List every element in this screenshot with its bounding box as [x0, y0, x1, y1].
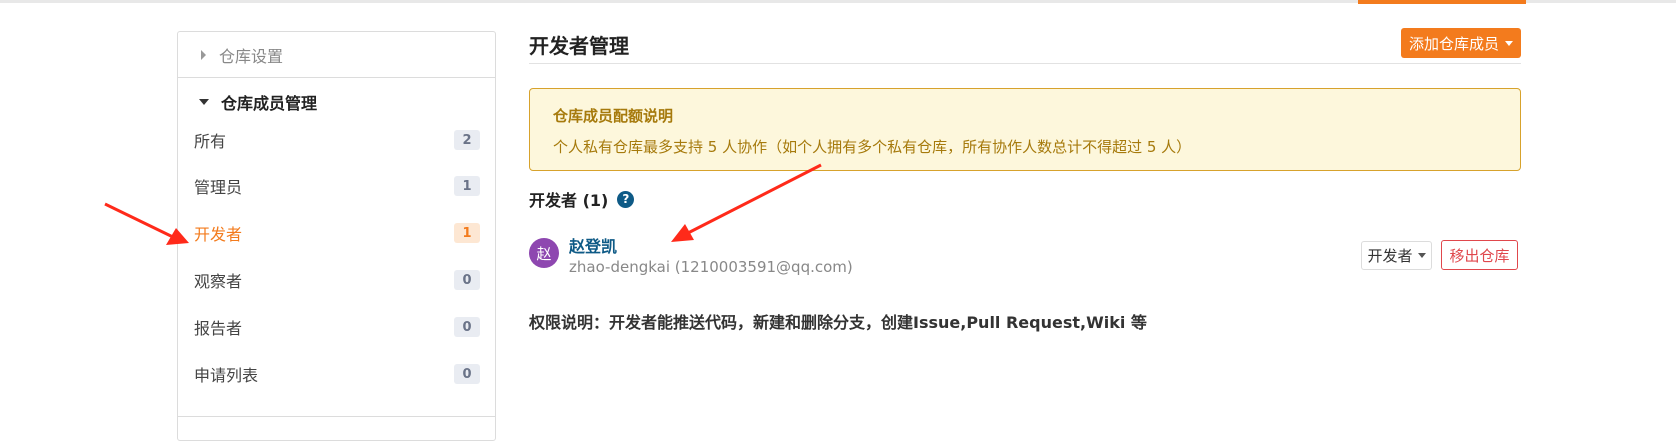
count-badge: 0: [454, 270, 480, 290]
avatar[interactable]: 赵: [529, 238, 559, 268]
caret-down-icon: [199, 99, 209, 105]
sidebar-item-label: 开发者: [194, 225, 243, 244]
annotation-arrowhead-2: [671, 224, 694, 242]
member-name-link[interactable]: 赵登凯: [569, 233, 617, 257]
annotation-arrow-1: [104, 202, 176, 240]
sidebar-item-label: 管理员: [194, 178, 243, 197]
sidebar-item-label: 所有: [194, 132, 227, 151]
page-title: 开发者管理: [529, 34, 629, 58]
sidebar-item-label: 申请列表: [194, 366, 259, 385]
add-member-label: 添加仓库成员: [1408, 34, 1499, 53]
caret-right-icon: [201, 49, 206, 60]
count-badge: 0: [454, 364, 480, 384]
developers-heading: 开发者 (1) ?: [529, 187, 635, 211]
divider: [529, 63, 1521, 64]
divider: [178, 416, 495, 417]
permission-note: 权限说明：开发者能推送代码，新建和删除分支，创建Issue,Pull Reque…: [529, 313, 1147, 332]
quota-notice: 仓库成员配额说明 个人私有仓库最多支持 5 人协作（如个人拥有多个私有仓库，所有…: [529, 88, 1521, 171]
sidebar-item-all[interactable]: 所有 2: [194, 125, 480, 155]
settings-sidebar: 仓库设置 仓库成员管理 所有 2 管理员 1 开发者 1 观察者 0 报告者 0…: [177, 31, 496, 441]
notice-body: 个人私有仓库最多支持 5 人协作（如个人拥有多个私有仓库，所有协作人数总计不得超…: [553, 138, 1192, 156]
sidebar-item-requests[interactable]: 申请列表 0: [194, 359, 480, 389]
sidebar-item-admins[interactable]: 管理员 1: [194, 171, 480, 201]
remove-member-button[interactable]: 移出仓库: [1441, 240, 1518, 270]
sidebar-item-label: 报告者: [194, 319, 243, 338]
annotation-arrow-2: [685, 163, 822, 236]
role-select[interactable]: 开发者: [1361, 241, 1432, 270]
count-badge: 1: [454, 176, 480, 196]
role-select-value: 开发者: [1367, 247, 1413, 265]
chevron-down-icon: [1417, 253, 1426, 258]
sidebar-item-label: 观察者: [194, 272, 243, 291]
add-member-button[interactable]: 添加仓库成员: [1401, 28, 1521, 58]
help-icon[interactable]: ?: [617, 190, 635, 208]
chevron-down-icon: [1505, 40, 1513, 46]
notice-title: 仓库成员配额说明: [553, 107, 674, 125]
count-badge: 2: [454, 130, 480, 150]
sidebar-item-reporters[interactable]: 报告者 0: [194, 312, 480, 342]
sidebar-item-observers[interactable]: 观察者 0: [194, 265, 480, 295]
sidebar-section-member-management[interactable]: 仓库成员管理: [178, 79, 495, 125]
sidebar-item-developers[interactable]: 开发者 1: [194, 218, 480, 248]
developers-count-label: 开发者 (1): [529, 191, 609, 210]
sidebar-section-repo-settings[interactable]: 仓库设置: [178, 32, 495, 78]
count-badge: 1: [454, 223, 480, 243]
member-email: zhao-dengkai (1210003591@qq.com): [569, 258, 853, 276]
count-badge: 0: [454, 317, 480, 337]
active-tab-indicator: [1358, 0, 1526, 4]
sidebar-section-label: 仓库成员管理: [221, 94, 318, 113]
sidebar-section-label: 仓库设置: [219, 46, 284, 66]
